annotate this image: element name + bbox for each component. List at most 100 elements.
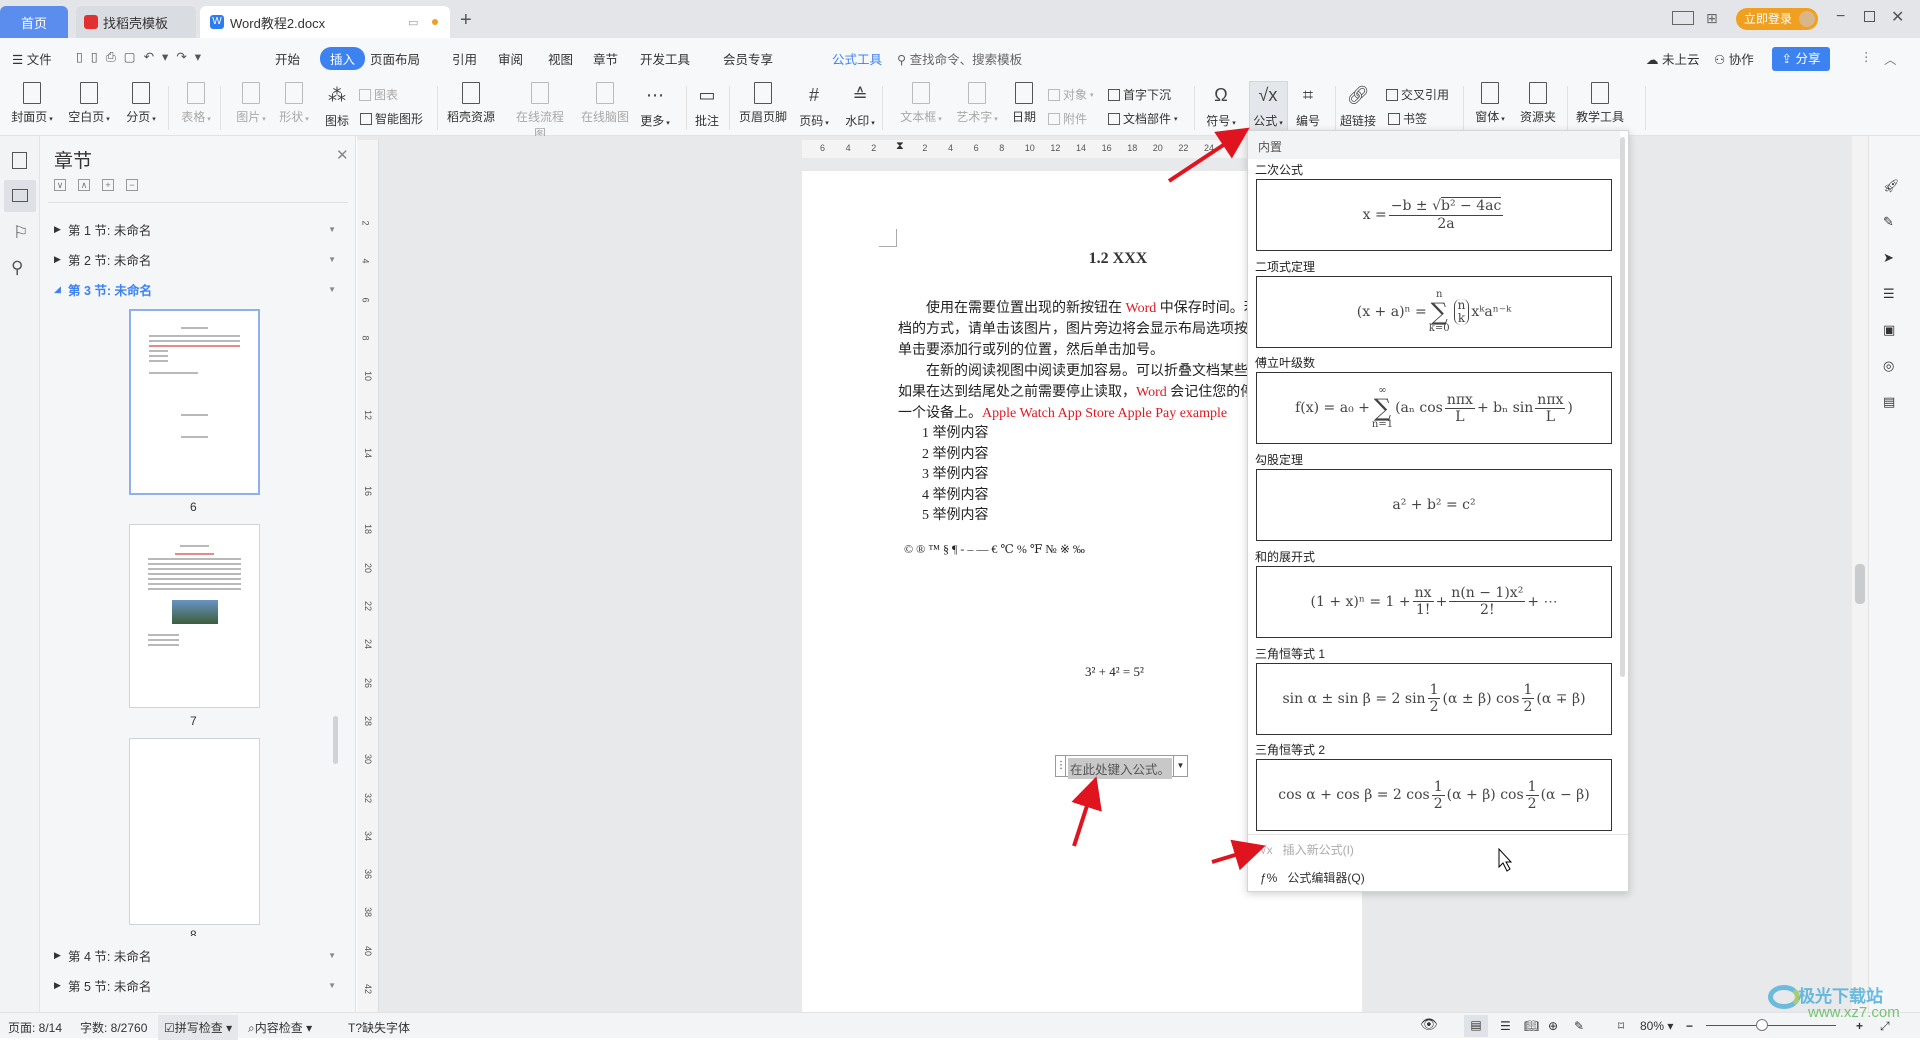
new-tab-button[interactable]: + (460, 9, 472, 32)
search-command[interactable]: ⚲ 查找命令、搜索模板 (897, 49, 1022, 68)
scrollbar-thumb[interactable] (1855, 564, 1865, 604)
formula-editor-item[interactable]: ƒ% 公式编辑器(Q) (1248, 865, 1628, 889)
tab-menu-5[interactable]: 视图 (548, 49, 573, 68)
section-menu-icon[interactable]: ▼ (328, 981, 336, 990)
drag-handle-icon[interactable]: ⋮ (1056, 756, 1066, 776)
formula-preset-3[interactable]: f(x) = a₀ + ∞ ∑ n=1 (aₙ cos nπx L + bₙ sin nπx… (1256, 372, 1612, 445)
tab-menu-4[interactable]: 审阅 (498, 49, 523, 68)
spell-check-button[interactable]: ☑拼写检查 ▾ (158, 1015, 239, 1040)
remove-section-icon[interactable]: − (126, 179, 138, 191)
content-check-button[interactable]: ⌕内容检查 ▾ (248, 1019, 312, 1036)
section-item-1[interactable]: ▶ 第 1 节: 未命名 ▼ (54, 220, 344, 239)
triangle-collapsed-icon[interactable]: ▶ (54, 224, 68, 235)
tab-menu-6[interactable]: 章节 (593, 49, 618, 68)
ribbon-3-button[interactable]: 表格 ▾ (168, 82, 224, 125)
more-menu-icon[interactable]: ⋮ (1860, 49, 1873, 64)
formula-preset-2[interactable]: (x + a)ⁿ = n ∑ k=0 n k xᵏaⁿ⁻ᵏ (1256, 275, 1612, 348)
section-menu-icon[interactable]: ▼ (328, 255, 336, 264)
section-menu-icon[interactable]: ▼ (328, 285, 336, 294)
search-icon[interactable]: ⚲ (11, 258, 23, 278)
ribbon-small-2-button[interactable]: 对象 ▾ (1048, 86, 1094, 103)
collapse-up-icon[interactable]: ∧ (78, 179, 90, 191)
tab-menu-0[interactable]: 开始 (275, 49, 300, 68)
section-menu-icon[interactable]: ▼ (328, 951, 336, 960)
triangle-expanded-icon[interactable]: ◢ (54, 284, 68, 295)
outline-icon[interactable] (12, 152, 27, 169)
collab-button[interactable]: ⚇ 协作 (1714, 49, 1754, 68)
fit-page-icon[interactable]: ⌑ (1618, 1019, 1624, 1033)
ribbon-20-button[interactable]: ⌗ 编号 (1280, 82, 1336, 129)
formula-preset-7[interactable]: cos α + cos β = 2 cos 1 2 (α + β) cos 1 2 (α −… (1256, 759, 1612, 832)
share-button[interactable]: ⇪ 分享 (1772, 47, 1830, 71)
ribbon-23-button[interactable]: 资源夹 (1510, 82, 1566, 125)
pen-icon[interactable]: ✎ (1883, 214, 1905, 236)
equation-placeholder[interactable]: 在此处键入公式。 (1068, 758, 1173, 779)
ribbon-11-button[interactable]: ▭ 批注 (679, 82, 735, 129)
bookmark-icon[interactable]: ⚐ (13, 223, 28, 243)
ribbon-small-3-button[interactable]: 附件 (1048, 110, 1087, 127)
ribbon-2-button[interactable]: 分页 ▾ (113, 82, 169, 125)
tab-menu-3[interactable]: 引用 (452, 49, 477, 68)
page-thumbnail-7[interactable] (129, 524, 260, 708)
formula-preset-4[interactable]: a² + b² = c² (1256, 469, 1612, 542)
write-view-icon[interactable]: ✎ (1574, 1019, 1584, 1033)
add-section-icon[interactable]: + (102, 179, 114, 191)
ribbon-small-6-button[interactable]: 交叉引用 (1386, 86, 1449, 103)
tab-home[interactable]: 首页 (0, 6, 68, 38)
rocket-icon[interactable]: 🚀︎ (1883, 178, 1905, 200)
tab-menu-7[interactable]: 开发工具 (640, 49, 690, 68)
ribbon-6-button[interactable]: ⁂ 图标 (309, 82, 365, 129)
formula-preset-5[interactable]: (1 + x)ⁿ = 1 + nx 1! + n(n − 1)x² 2! + ⋯ (1256, 565, 1612, 638)
ribbon-small-4-button[interactable]: 首字下沉 (1108, 86, 1171, 103)
apps-grid-icon[interactable]: ⊞ (1706, 10, 1718, 27)
ribbon-15-button[interactable]: 文本框 ▾ (893, 82, 949, 125)
ribbon-24-button[interactable]: 教学工具 (1572, 82, 1628, 125)
tab-formula-tools[interactable]: 公式工具 (832, 49, 882, 68)
zoom-slider[interactable] (1706, 1019, 1836, 1031)
ribbon-0-button[interactable]: 封面页 ▾ (4, 82, 60, 125)
ribbon-8-button[interactable]: 在线流程图 (512, 82, 568, 142)
missing-font-button[interactable]: T?缺失字体 (348, 1019, 410, 1036)
section-item-4[interactable]: ▶ 第 4 节: 未命名 ▼ (54, 946, 344, 965)
inserted-equation[interactable]: 3² + 4² = 5² (1085, 664, 1144, 680)
ribbon-21-button[interactable]: 🔗︎ 超链接 (1330, 82, 1386, 129)
equation-options-dropdown[interactable]: ▼ (1173, 756, 1187, 776)
indent-marker-icon[interactable]: ⧗ (896, 140, 904, 153)
ribbon-17-button[interactable]: 日期 (996, 82, 1052, 125)
image-tool-icon[interactable]: ▣ (1883, 322, 1905, 344)
chapter-nav-button[interactable] (4, 180, 36, 212)
ribbon-small-0-button[interactable]: 图表 (359, 86, 398, 103)
formula-preset-1[interactable]: x = −b ± √b² − 4ac 2a (1256, 179, 1612, 251)
ribbon-small-5-button[interactable]: 文档部件 ▾ (1108, 110, 1178, 127)
ribbon-small-1-button[interactable]: 智能图形 (360, 110, 423, 127)
section-item-5[interactable]: ▶ 第 5 节: 未命名 ▼ (54, 976, 344, 995)
fullscreen-icon[interactable]: ⤢ (1880, 1019, 1890, 1034)
ribbon-7-button[interactable]: 稻壳资源 (443, 82, 499, 125)
equation-input-box[interactable]: ⋮ 在此处键入公式。 ▼ (1055, 755, 1188, 779)
triangle-collapsed-icon[interactable]: ▶ (54, 980, 68, 991)
tab-menu-8[interactable]: 会员专享 (723, 49, 773, 68)
section-item-3[interactable]: ◢ 第 3 节: 未命名 ▼ (54, 280, 344, 299)
panel-scrollbar[interactable] (333, 716, 338, 764)
tab-menu-2[interactable]: 页面布局 (370, 49, 420, 68)
page-thumbnail-8[interactable] (129, 738, 260, 925)
vertical-scrollbar[interactable] (1852, 136, 1868, 1012)
zoom-slider-thumb[interactable] (1756, 1019, 1768, 1031)
page-thumbnail-6[interactable] (129, 309, 260, 495)
ribbon-small-7-button[interactable]: 书签 (1388, 110, 1427, 127)
web-view-icon[interactable]: ⊕ (1548, 1019, 1558, 1033)
read-view-icon[interactable]: 📖︎ (1524, 1019, 1539, 1033)
reading-icon[interactable]: ▤ (1883, 394, 1905, 416)
ribbon-9-button[interactable]: 在线脑图 (577, 82, 633, 125)
close-button[interactable]: ✕ (1891, 7, 1904, 27)
login-button[interactable]: 立即登录 (1736, 8, 1818, 30)
page-view-icon[interactable]: ▤ (1464, 1015, 1488, 1037)
maximize-button[interactable] (1864, 11, 1875, 22)
ribbon-10-button[interactable]: ⋯ 更多 ▾ (627, 82, 683, 129)
ribbon-1-button[interactable]: 空白页 ▾ (61, 82, 117, 125)
zoom-select[interactable]: 80% ▾ (1640, 1019, 1673, 1033)
quick-access-icons[interactable]: ▯▯⎙▢↶▾↷▾ (76, 49, 209, 65)
section-menu-icon[interactable]: ▼ (328, 225, 336, 234)
tab-menu-1[interactable]: 插入 (320, 47, 366, 70)
ribbon-14-button[interactable]: ≙ 水印 ▾ (832, 82, 888, 129)
